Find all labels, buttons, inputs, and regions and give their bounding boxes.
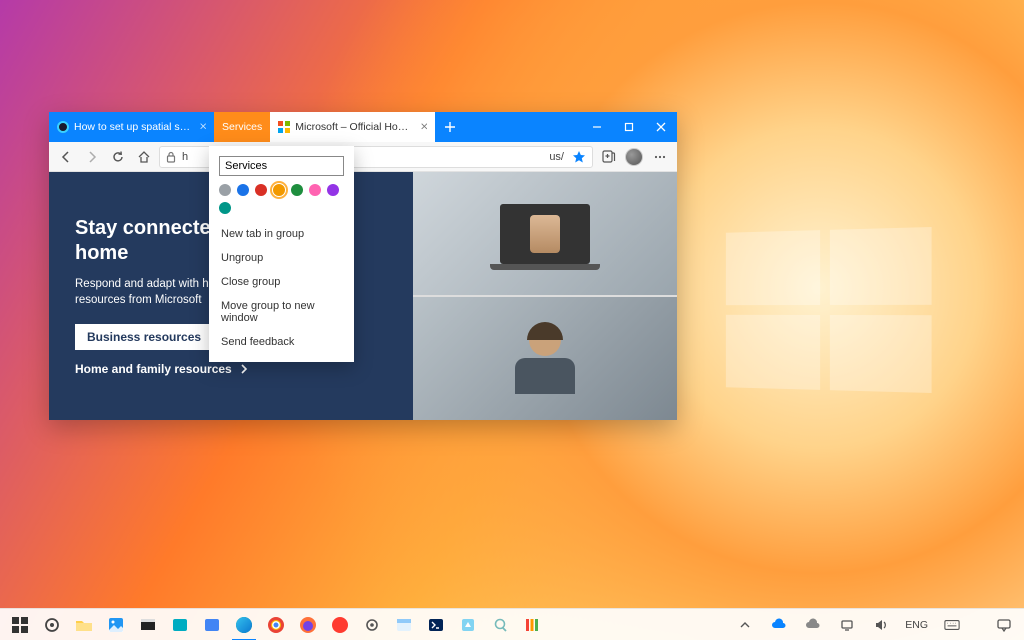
hero-image-grid: [413, 172, 677, 420]
window-maximize-button[interactable]: [613, 112, 645, 142]
taskbar-app[interactable]: [388, 609, 420, 640]
window-close-button[interactable]: [645, 112, 677, 142]
color-swatch-red[interactable]: [255, 184, 267, 196]
tab-group-services[interactable]: Services: [214, 112, 270, 142]
desktop: How to set up spatial sound with Service…: [0, 0, 1024, 640]
tray-action-center-icon[interactable]: [988, 609, 1020, 640]
nav-back-button[interactable]: [55, 146, 77, 168]
tray-volume-icon[interactable]: [865, 609, 897, 640]
nav-refresh-button[interactable]: [107, 146, 129, 168]
taskbar-app[interactable]: [132, 609, 164, 640]
close-icon[interactable]: [421, 123, 428, 131]
color-swatch-blue[interactable]: [237, 184, 249, 196]
group-color-row: [219, 184, 344, 214]
taskbar-powershell[interactable]: [420, 609, 452, 640]
tab-strip: How to set up spatial sound with Service…: [49, 112, 677, 142]
taskbar-firefox[interactable]: [292, 609, 324, 640]
collections-button[interactable]: [597, 146, 619, 168]
taskbar-app[interactable]: [164, 609, 196, 640]
taskbar-settings[interactable]: [356, 609, 388, 640]
url-text-right: us/: [549, 151, 564, 163]
nav-forward-button[interactable]: [81, 146, 103, 168]
edge-browser-window: How to set up spatial sound with Service…: [49, 112, 677, 420]
color-swatch-orange[interactable]: [273, 184, 285, 196]
menu-move-group-new-window[interactable]: Move group to new window: [219, 294, 344, 330]
tray-keyboard-icon[interactable]: [936, 609, 968, 640]
tab-spatial-sound[interactable]: How to set up spatial sound with: [49, 112, 214, 142]
menu-send-feedback[interactable]: Send feedback: [219, 330, 344, 354]
lock-icon: [166, 151, 176, 163]
taskbar-app[interactable]: [100, 609, 132, 640]
business-resources-button[interactable]: Business resources: [75, 324, 229, 350]
window-minimize-button[interactable]: [581, 112, 613, 142]
menu-close-group[interactable]: Close group: [219, 270, 344, 294]
taskbar-app[interactable]: [452, 609, 484, 640]
color-swatch-pink[interactable]: [309, 184, 321, 196]
color-swatch-purple[interactable]: [327, 184, 339, 196]
taskbar-app[interactable]: [36, 609, 68, 640]
taskbar-app[interactable]: [484, 609, 516, 640]
tray-language[interactable]: ENG: [899, 619, 934, 631]
favorite-star-icon[interactable]: [572, 150, 586, 164]
tab-microsoft-home[interactable]: Microsoft – Official Home Page: [270, 112, 435, 142]
tray-onedrive-grey-icon[interactable]: [797, 609, 829, 640]
page-viewport: Stay connected athome Respond and adapt …: [49, 172, 677, 420]
taskbar-chrome[interactable]: [260, 609, 292, 640]
url-text-left: h: [182, 151, 188, 163]
close-icon[interactable]: [200, 123, 206, 131]
taskbar-app[interactable]: [324, 609, 356, 640]
tray-network-icon[interactable]: [831, 609, 863, 640]
tab-group-context-menu: New tab in group Ungroup Close group Mov…: [209, 146, 354, 362]
new-tab-button[interactable]: [435, 112, 465, 142]
microsoft-logo-icon: [278, 121, 290, 133]
start-button[interactable]: [4, 609, 36, 640]
more-menu-button[interactable]: [649, 146, 671, 168]
menu-new-tab-in-group[interactable]: New tab in group: [219, 222, 344, 246]
nav-home-button[interactable]: [133, 146, 155, 168]
tray-overflow-button[interactable]: [729, 609, 761, 640]
taskbar: ENG: [0, 608, 1024, 640]
color-swatch-grey[interactable]: [219, 184, 231, 196]
toolbar: h us/: [49, 142, 677, 172]
taskbar-edge[interactable]: [228, 609, 260, 640]
taskbar-app[interactable]: [196, 609, 228, 640]
group-name-input[interactable]: [219, 156, 344, 176]
color-swatch-green[interactable]: [291, 184, 303, 196]
color-swatch-teal[interactable]: [219, 202, 231, 214]
windows-logo-watermark: [726, 227, 932, 393]
taskbar-app[interactable]: [516, 609, 548, 640]
menu-ungroup[interactable]: Ungroup: [219, 246, 344, 270]
tray-onedrive-icon[interactable]: [763, 609, 795, 640]
taskbar-file-explorer[interactable]: [68, 609, 100, 640]
profile-avatar[interactable]: [623, 146, 645, 168]
home-family-resources-link[interactable]: Home and family resources: [75, 362, 387, 376]
